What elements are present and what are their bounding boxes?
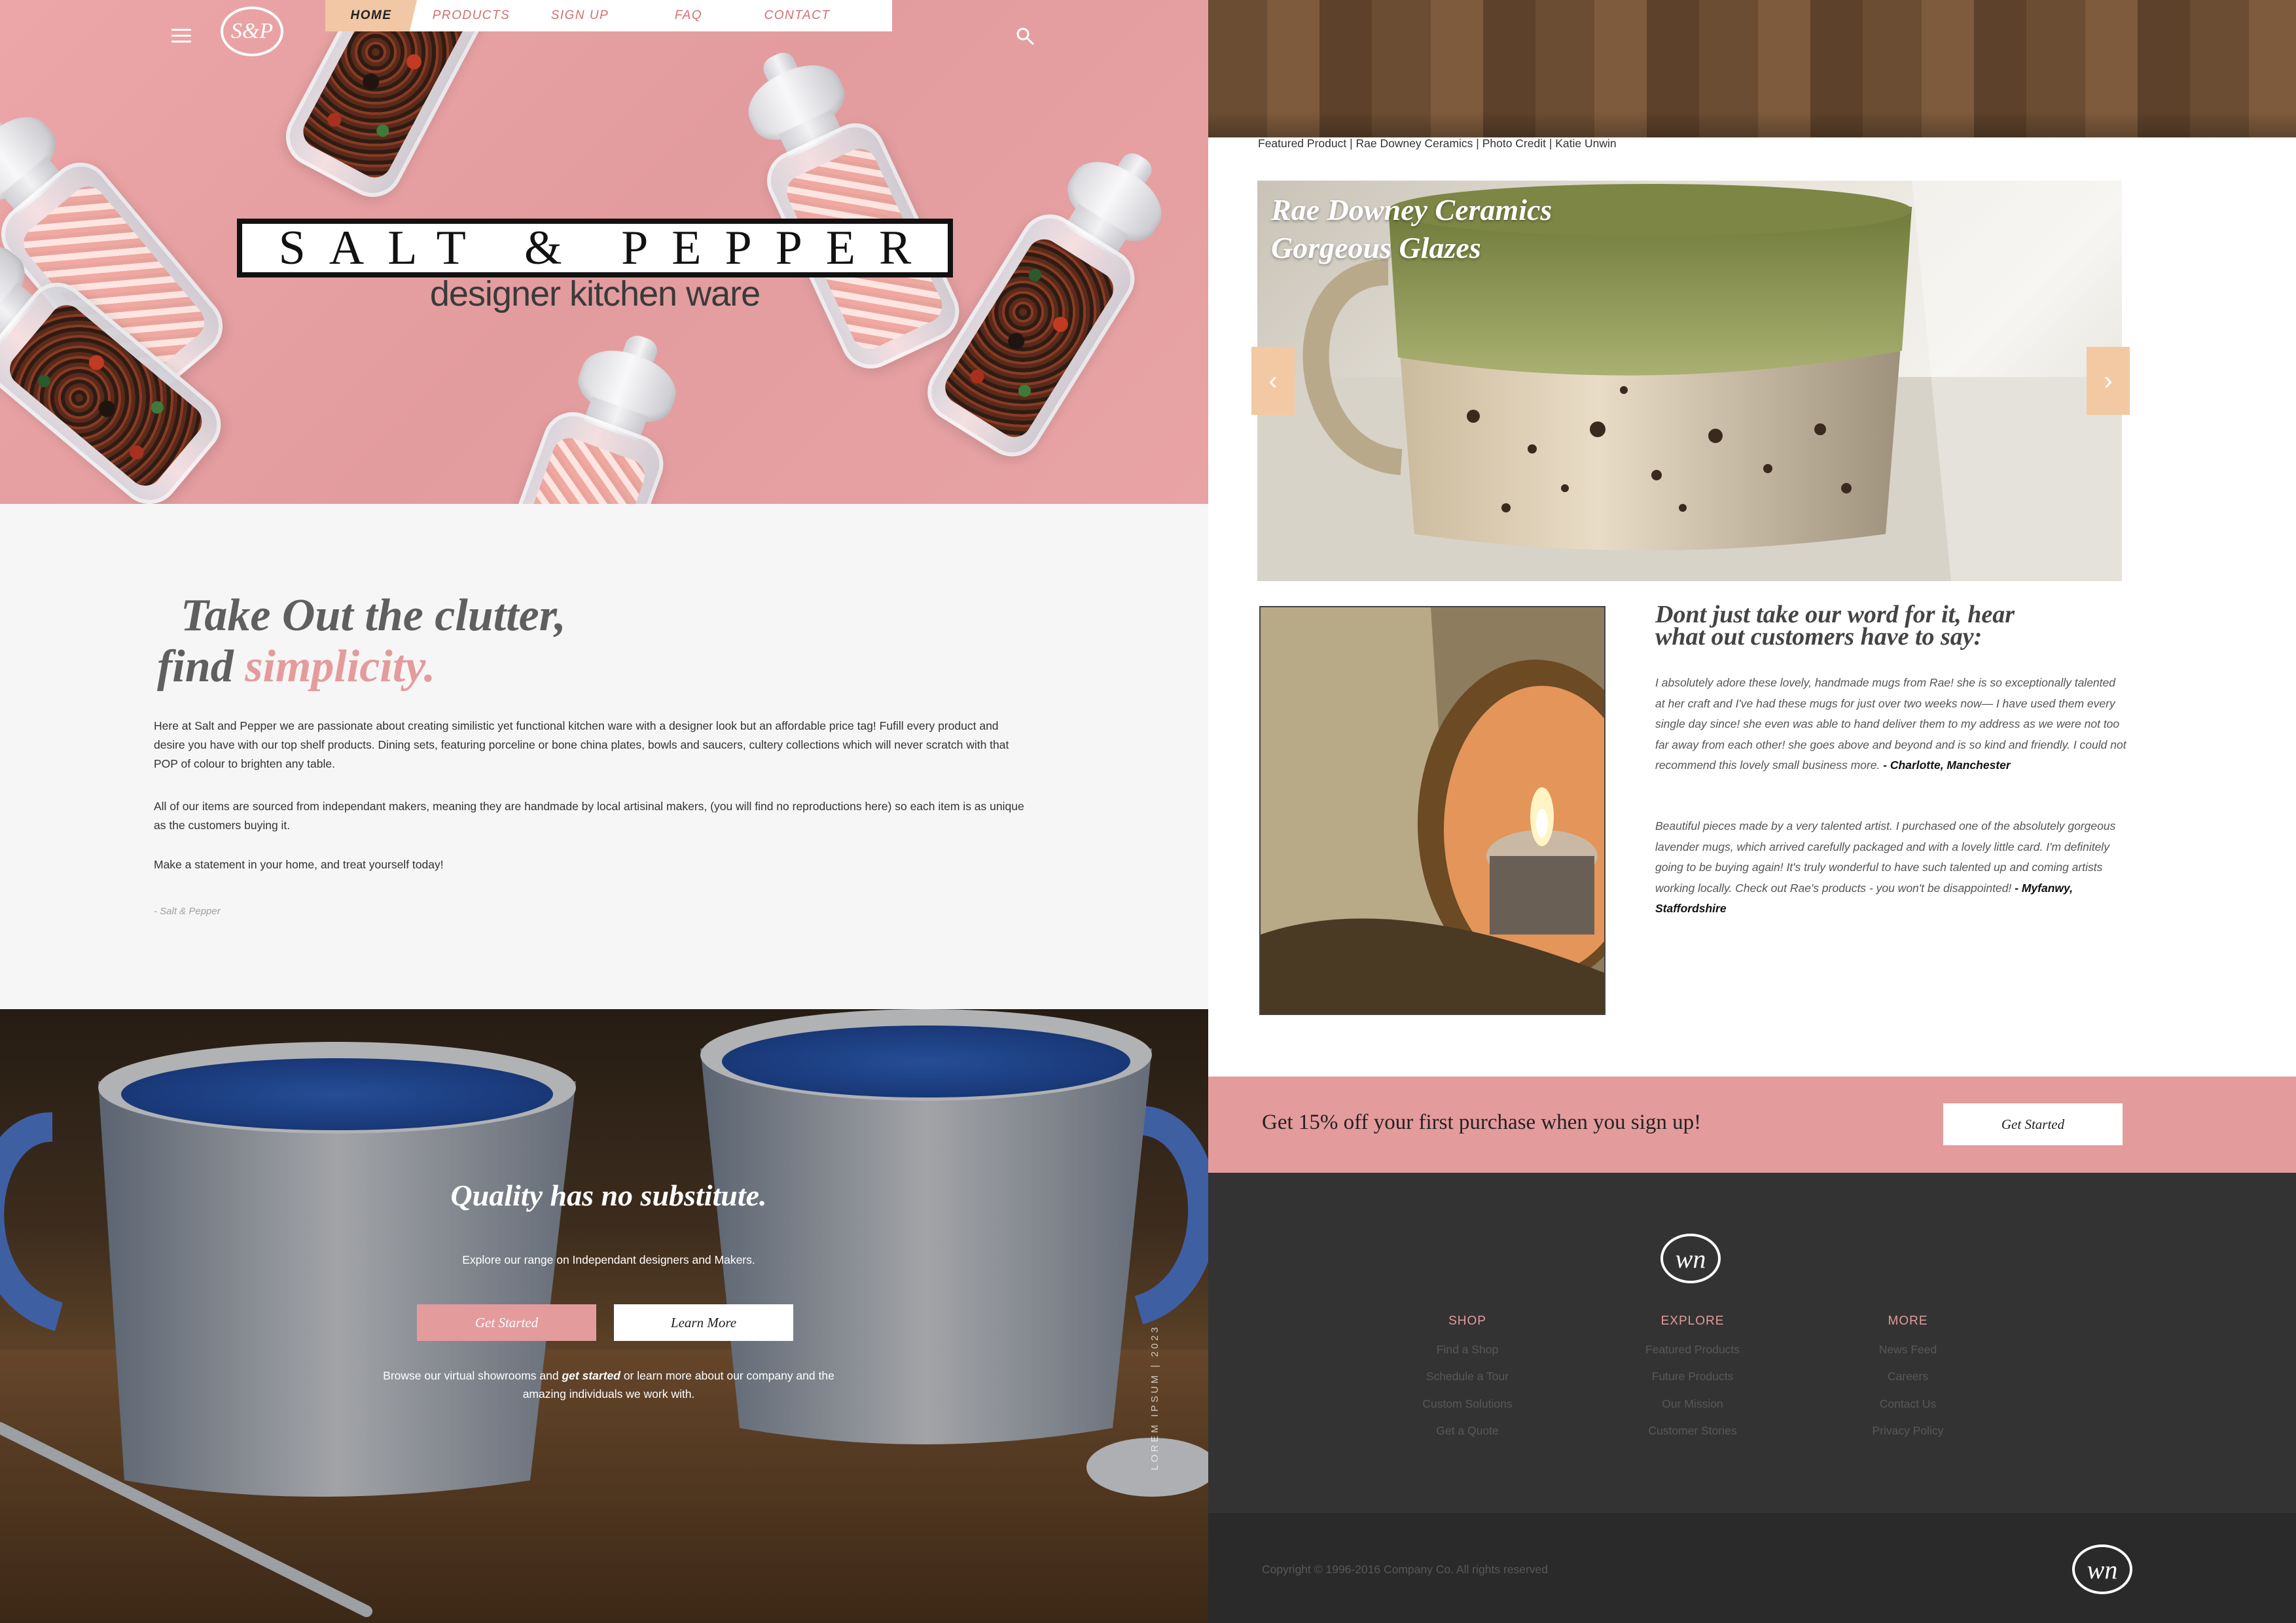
footer-heading-shop: SHOP [1448,1314,1486,1328]
salt-shaker-image [726,47,969,379]
copyright-text: Copyright © 1996-2016 Company Co. All ri… [1262,1563,1549,1576]
footer-link[interactable]: Find a Shop [1382,1343,1552,1357]
footer-link[interactable]: Privacy Policy [1823,1424,1993,1438]
carousel-prev-button[interactable]: ‹ [1251,347,1295,415]
intro-heading-line1: Take Out the clutter, [181,590,566,641]
intro-heading-line2: find simplicity. [157,641,436,692]
quality-section [0,1009,1208,1623]
footer-link[interactable]: Careers [1823,1370,1993,1383]
tab-contact[interactable]: CONTACT [743,0,852,31]
chevron-left-icon: ‹ [1268,366,1278,395]
site-logo[interactable]: S&P [221,7,283,56]
footer-link[interactable]: Future Products [1607,1370,1778,1383]
candle-mug-image [1259,606,1605,1015]
intro-paragraph: All of our items are sourced from indepe… [154,800,1024,832]
promo-get-started-button[interactable]: Get Started [1943,1103,2123,1145]
intro-paragraph: Make a statement in your home, and treat… [154,858,444,871]
salt-shaker-image [475,332,696,504]
learn-more-button[interactable]: Learn More [614,1304,793,1341]
intro-paragraph: Here at Salt and Pepper we are passionat… [154,719,1009,770]
footer-heading-more: MORE [1888,1314,1928,1328]
footer-link[interactable]: News Feed [1823,1343,1993,1357]
hamburger-menu-icon[interactable] [171,29,191,43]
intro-signature: - Salt & Pepper [154,906,221,917]
chevron-right-icon: › [2104,366,2113,395]
quality-browse-text: Browse our virtual showrooms and get sta… [383,1369,834,1400]
intro-heading: Take Out the clutter, find simplicity. [157,590,566,692]
footer-bottom-logo[interactable]: wn [2072,1544,2132,1594]
tab-faq[interactable]: FAQ [634,0,743,31]
promo-text: Get 15% off your first purchase when you… [1262,1111,1702,1134]
tab-sign-up[interactable]: SIGN UP [526,0,634,31]
featured-caption: Featured Product | Rae Downey Ceramics |… [1258,137,1617,150]
vertical-caption: LOREM IPSUM | 2023 [1149,1325,1160,1471]
testimonials-heading: Dont just take our word for it, hear wha… [1655,601,2015,651]
testimonial-quote: I absolutely adore these lovely, handmad… [1655,676,2126,772]
carousel-next-button[interactable]: › [2087,347,2130,415]
wood-table-image [1208,0,2296,137]
footer-link[interactable]: Contact Us [1823,1397,1993,1411]
intro-heading-accent: simplicity. [245,641,436,692]
get-started-link[interactable]: get started [562,1369,620,1382]
brand-title: SALT & PEPPER [237,219,953,277]
get-started-button[interactable]: Get Started [417,1304,596,1341]
quality-title: Quality has no substitute. [450,1179,767,1212]
footer-logo[interactable]: wn [1660,1234,1721,1283]
search-icon[interactable] [1015,26,1035,46]
top-navigation: HOME PRODUCTS SIGN UP FAQ CONTACT [325,0,892,31]
tab-products[interactable]: PRODUCTS [417,0,526,31]
footer-link[interactable]: Schedule a Tour [1382,1370,1552,1383]
brand-tagline: designer kitchen ware [429,274,761,313]
testimonial-author: - Charlotte, Manchester [1883,758,2011,772]
featured-title: Rae Downey Ceramics Gorgeous Glazes [1271,193,1552,264]
footer-link[interactable]: Custom Solutions [1382,1397,1552,1411]
tab-home[interactable]: HOME [325,0,417,31]
footer-link[interactable]: Customer Stories [1607,1424,1778,1438]
footer-link[interactable]: Get a Quote [1382,1424,1552,1438]
footer-link[interactable]: Our Mission [1607,1397,1778,1411]
testimonial-quote: Beautiful pieces made by a very talented… [1655,819,2116,915]
footer-link[interactable]: Featured Products [1607,1343,1778,1357]
blue-mugs-image [0,1009,1208,1623]
footer-heading-explore: EXPLORE [1660,1314,1725,1328]
quality-subtitle: Explore our range on Independant designe… [462,1253,755,1266]
